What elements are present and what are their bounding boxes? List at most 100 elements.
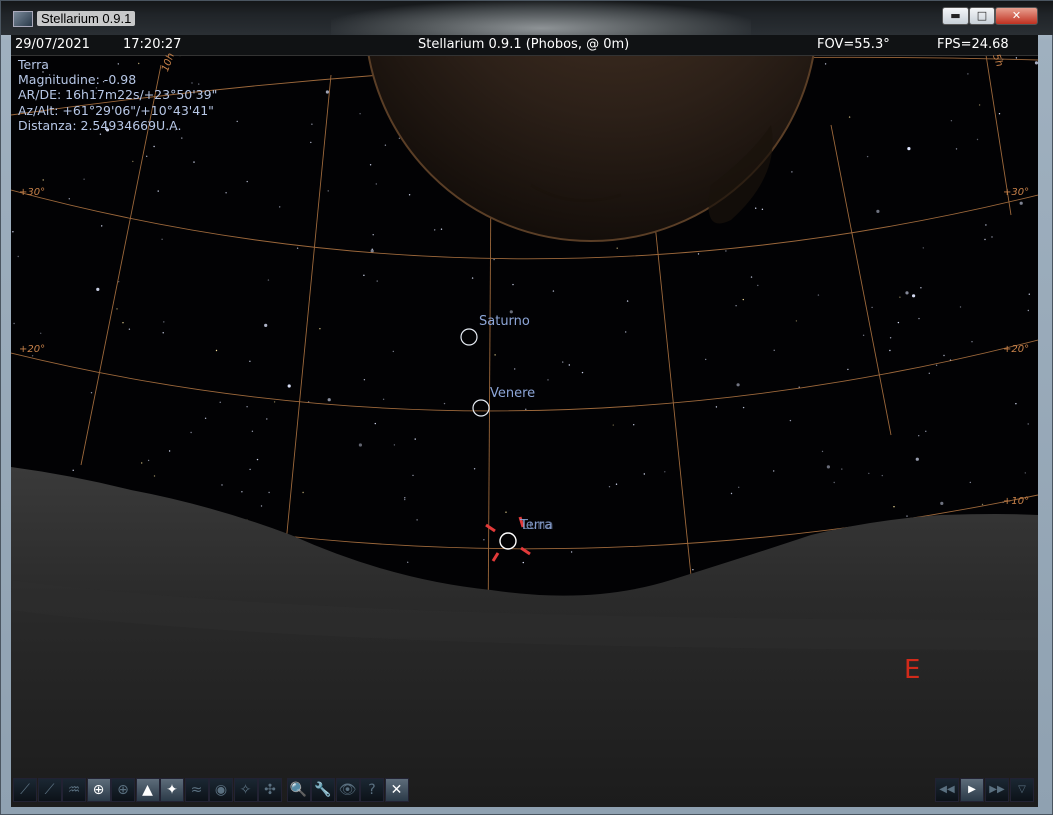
star <box>440 228 443 230</box>
status-date: 29/07/2021 <box>15 37 90 52</box>
minimize-button[interactable]: ▬ <box>942 7 969 25</box>
azimuthal-grid-button[interactable]: ⊕ <box>111 778 135 802</box>
star <box>407 561 409 563</box>
star <box>915 457 919 461</box>
star <box>730 492 733 495</box>
star <box>612 424 614 426</box>
star <box>219 401 221 403</box>
star <box>72 469 74 471</box>
constellation-art-button[interactable]: ♒ <box>62 778 86 802</box>
star <box>773 470 775 472</box>
star <box>371 248 373 250</box>
star <box>981 503 984 506</box>
grid-label-plus20-right: +20° <box>1003 344 1030 355</box>
star <box>249 468 251 471</box>
status-time: 17:20:27 <box>123 37 182 52</box>
star <box>925 430 927 432</box>
sky-canvas[interactable] <box>11 35 1038 807</box>
star <box>310 141 312 144</box>
planet-hints-button[interactable]: ✧ <box>233 778 258 802</box>
star <box>204 417 207 419</box>
equatorial-mount-button[interactable]: ✣ <box>258 778 282 802</box>
nebulae-button[interactable]: ◉ <box>209 778 233 802</box>
star <box>376 280 378 282</box>
configuration-button[interactable]: 🔧 <box>311 778 335 802</box>
star <box>833 481 835 484</box>
star <box>841 468 843 470</box>
star <box>128 328 131 330</box>
star <box>889 337 892 339</box>
object-magnitude: Magnitudine: -0.98 <box>18 72 137 88</box>
maximize-button[interactable]: □ <box>969 7 995 25</box>
star <box>738 486 740 488</box>
sky-view[interactable]: 29/07/2021 17:20:27 Stellarium 0.9.1 (Ph… <box>11 35 1038 807</box>
star <box>866 155 869 158</box>
star <box>505 511 507 513</box>
status-fov: FOV=55.3° <box>817 37 890 52</box>
star <box>473 468 476 470</box>
star <box>279 206 281 208</box>
star <box>494 354 496 356</box>
star <box>99 133 102 135</box>
star <box>616 247 618 249</box>
title-bar[interactable]: Stellarium 0.9.1 ▬ □ ✕ <box>1 1 1053 35</box>
constellation-lines-button[interactable]: ⟋ <box>13 778 37 802</box>
star <box>13 322 15 325</box>
close-button[interactable]: ✕ <box>995 7 1038 25</box>
rewind-button[interactable]: ◀◀ <box>935 778 959 802</box>
star <box>907 147 911 151</box>
star <box>725 250 727 252</box>
star <box>471 277 474 279</box>
cardinal-points-button[interactable]: ✦ <box>160 778 184 802</box>
star <box>889 349 891 352</box>
star <box>153 475 156 477</box>
star <box>375 183 377 185</box>
help-button[interactable]: ? <box>360 778 384 802</box>
star <box>225 192 227 194</box>
star <box>1015 57 1018 59</box>
star <box>359 113 361 115</box>
star <box>215 349 218 352</box>
star <box>163 321 165 323</box>
star <box>268 491 270 494</box>
star <box>971 341 973 343</box>
grid-label-plus30-right: +30° <box>1003 187 1030 198</box>
atmosphere-button[interactable]: ≈ <box>184 778 209 802</box>
star <box>358 443 362 447</box>
star <box>547 379 549 381</box>
fast-forward-button[interactable]: ▶▶ <box>985 778 1009 802</box>
star <box>625 331 627 333</box>
star <box>922 247 924 249</box>
star <box>246 406 248 408</box>
star <box>157 190 159 192</box>
star <box>1024 472 1026 474</box>
star <box>943 354 945 357</box>
star <box>984 238 986 241</box>
ground-button[interactable]: ▲ <box>135 778 160 802</box>
star <box>509 310 513 314</box>
star <box>40 332 42 334</box>
search-button[interactable]: 🔍 <box>286 778 311 802</box>
quit-button[interactable]: ✕ <box>384 778 409 802</box>
star <box>363 274 365 276</box>
star <box>256 458 259 461</box>
star <box>848 116 851 118</box>
star <box>392 350 394 353</box>
star <box>581 371 584 374</box>
play-button[interactable]: ▶ <box>960 778 984 802</box>
now-button[interactable]: ▽ <box>1010 778 1034 802</box>
view-button[interactable]: 👁 <box>335 778 360 802</box>
object-name: Terra <box>18 57 49 72</box>
star <box>193 161 195 163</box>
star <box>643 473 645 475</box>
star <box>363 379 366 381</box>
star <box>325 90 329 94</box>
star <box>692 569 694 571</box>
star <box>384 144 387 146</box>
star <box>940 501 944 505</box>
star <box>969 481 971 484</box>
star <box>871 306 873 309</box>
equatorial-grid-button[interactable]: ⊕ <box>86 778 111 802</box>
star <box>246 180 248 183</box>
constellation-names-button[interactable]: ⟋ <box>37 778 62 802</box>
